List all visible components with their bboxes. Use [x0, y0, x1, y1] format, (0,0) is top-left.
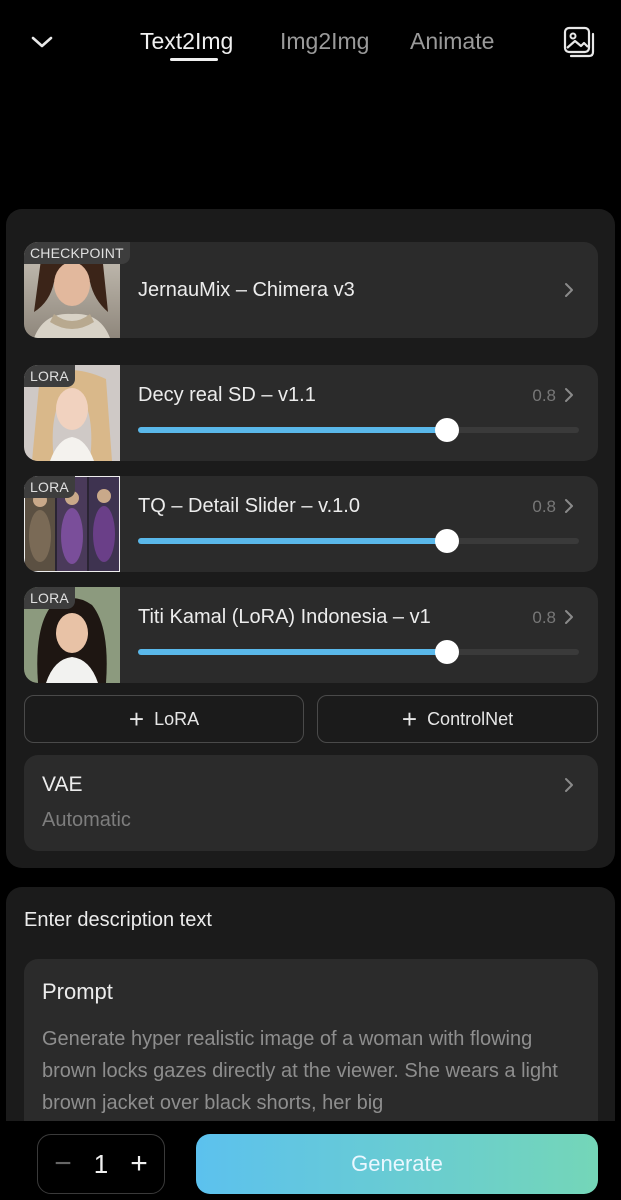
plus-icon: +: [128, 704, 145, 734]
slider-knob[interactable]: [434, 418, 459, 442]
lora-name: Decy real SD – v1.1: [138, 384, 316, 406]
type-badge: CHECKPOINT: [24, 242, 130, 264]
top-bar: Text2Img Img2Img Animate: [0, 0, 621, 84]
vae-title: VAE: [42, 773, 83, 796]
chevron-right-icon[interactable]: [562, 497, 576, 515]
chevron-down-icon[interactable]: [22, 22, 62, 62]
lora-weight-slider[interactable]: [138, 529, 579, 553]
checkpoint-card[interactable]: CHECKPOINT JernauMix – Chimera v3: [24, 242, 598, 338]
lora-card[interactable]: LORA TQ – Detail Slider – v.1.0 0.8: [24, 476, 598, 572]
bottom-bar: − 1 + Generate: [0, 1121, 621, 1200]
vae-selector[interactable]: VAE Automatic: [24, 755, 598, 851]
tab-label: Animate: [410, 28, 495, 54]
lora-weight-slider[interactable]: [138, 418, 579, 442]
quantity-value: 1: [93, 1148, 109, 1179]
mode-tabs: Text2Img Img2Img Animate: [140, 24, 520, 64]
generate-label: Generate: [351, 1151, 443, 1176]
add-lora-label: LoRA: [154, 708, 200, 729]
vae-value: Automatic: [42, 809, 131, 831]
slider-fill: [138, 538, 447, 544]
slider-knob[interactable]: [434, 640, 459, 664]
tab-animate[interactable]: Animate: [410, 24, 520, 64]
quantity-stepper: − 1 +: [37, 1134, 165, 1194]
type-badge: LORA: [24, 587, 75, 609]
chevron-right-icon: [565, 778, 573, 792]
lora-weight: 0.8: [532, 386, 556, 405]
type-badge: LORA: [24, 476, 75, 498]
checkpoint-name: JernauMix – Chimera v3: [138, 279, 355, 301]
add-controlnet-button[interactable]: + ControlNet: [317, 695, 598, 743]
type-badge: LORA: [24, 365, 75, 387]
lora-weight: 0.8: [532, 608, 556, 627]
chevron-right-icon[interactable]: [562, 608, 576, 626]
tab-img2img[interactable]: Img2Img: [280, 24, 410, 64]
tab-label: Img2Img: [280, 28, 370, 54]
lora-weight: 0.8: [532, 497, 556, 516]
tab-text2img[interactable]: Text2Img: [140, 24, 280, 64]
lora-weight-slider[interactable]: [138, 640, 579, 664]
chevron-right-icon[interactable]: [562, 386, 576, 404]
plus-button[interactable]: +: [126, 1147, 152, 1181]
add-controlnet-label: ControlNet: [427, 708, 514, 729]
slider-fill: [138, 649, 447, 655]
model-settings-panel: CHECKPOINT JernauMix – Chimera v3 LORA D…: [6, 209, 615, 868]
add-lora-button[interactable]: + LoRA: [24, 695, 304, 743]
slider-fill: [138, 427, 447, 433]
lora-card[interactable]: LORA Decy real SD – v1.1 0.8: [24, 365, 598, 461]
prompt-title: Prompt: [42, 979, 113, 1004]
generate-button[interactable]: Generate: [196, 1134, 598, 1194]
chevron-right-icon: [565, 283, 573, 297]
slider-knob[interactable]: [434, 529, 459, 553]
lora-name: TQ – Detail Slider – v.1.0: [138, 495, 360, 517]
plus-icon: +: [401, 704, 418, 734]
lora-name: Titi Kamal (LoRA) Indonesia – v1: [138, 606, 431, 628]
prompt-text[interactable]: Generate hyper realistic image of a woma…: [42, 1023, 582, 1119]
tab-label: Text2Img: [140, 28, 234, 54]
active-tab-indicator: [170, 58, 218, 61]
gallery-icon[interactable]: [561, 24, 597, 60]
prompt-section-header: Enter description text: [24, 909, 212, 931]
lora-card[interactable]: LORA Titi Kamal (LoRA) Indonesia – v1 0.…: [24, 587, 598, 683]
minus-button[interactable]: −: [50, 1147, 76, 1181]
